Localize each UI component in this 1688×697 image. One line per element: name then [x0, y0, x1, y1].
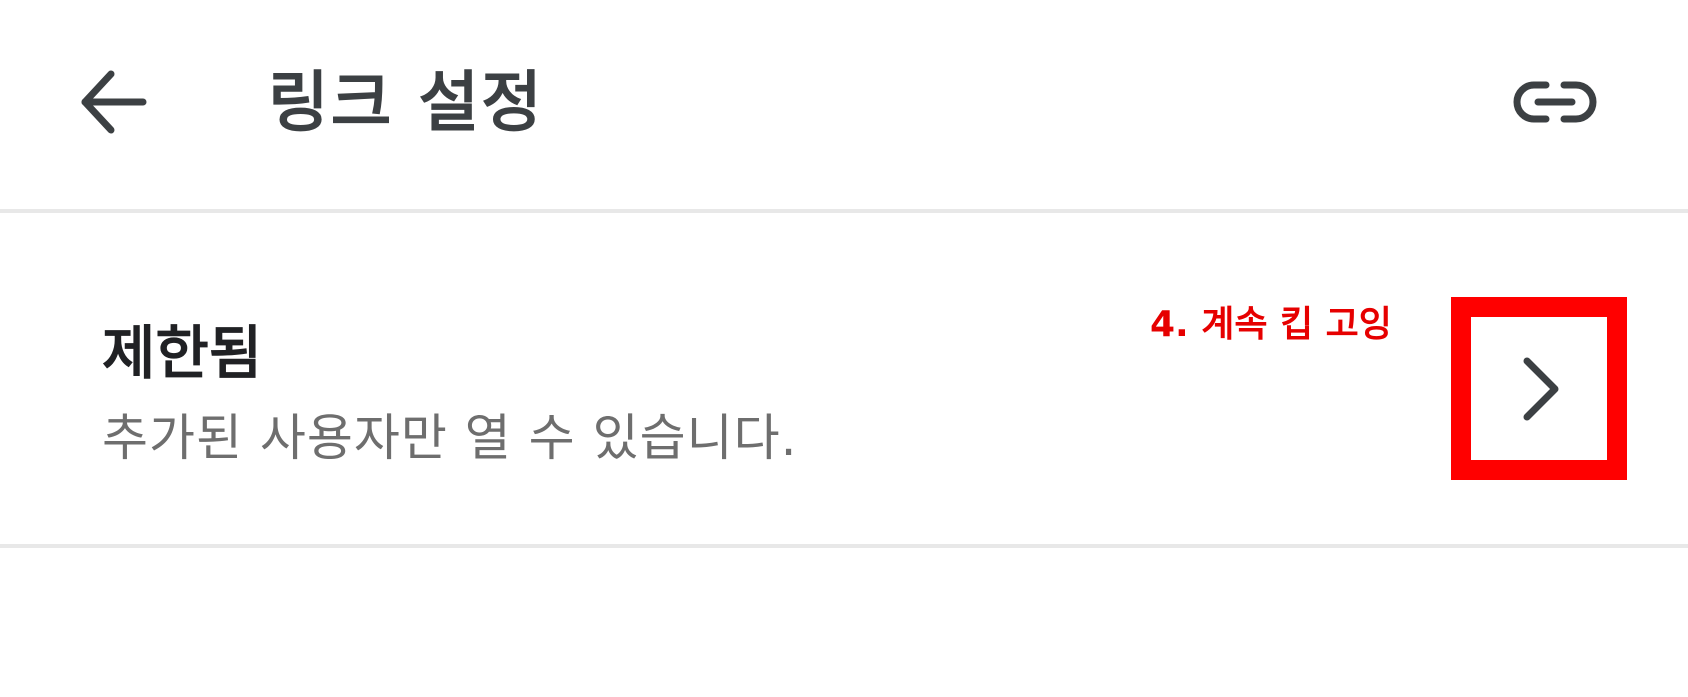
restricted-access-row[interactable]: 제한됨 추가된 사용자만 열 수 있습니다. 4. 계속 킵 고잉	[0, 213, 1688, 546]
link-icon	[1513, 81, 1597, 123]
arrow-back-icon	[81, 70, 147, 134]
chevron-right-icon	[1523, 357, 1559, 420]
tutorial-annotation: 4. 계속 킵 고잉	[1150, 304, 1392, 345]
page-title: 링크 설정	[268, 64, 544, 141]
access-level-description: 추가된 사용자만 열 수 있습니다.	[102, 409, 798, 467]
top-app-bar: 링크 설정	[0, 0, 1688, 210]
back-button[interactable]	[68, 62, 158, 142]
divider	[0, 544, 1688, 548]
expand-button[interactable]	[1471, 317, 1607, 460]
copy-link-button[interactable]	[1505, 62, 1605, 142]
access-level-title: 제한됨	[102, 319, 263, 387]
